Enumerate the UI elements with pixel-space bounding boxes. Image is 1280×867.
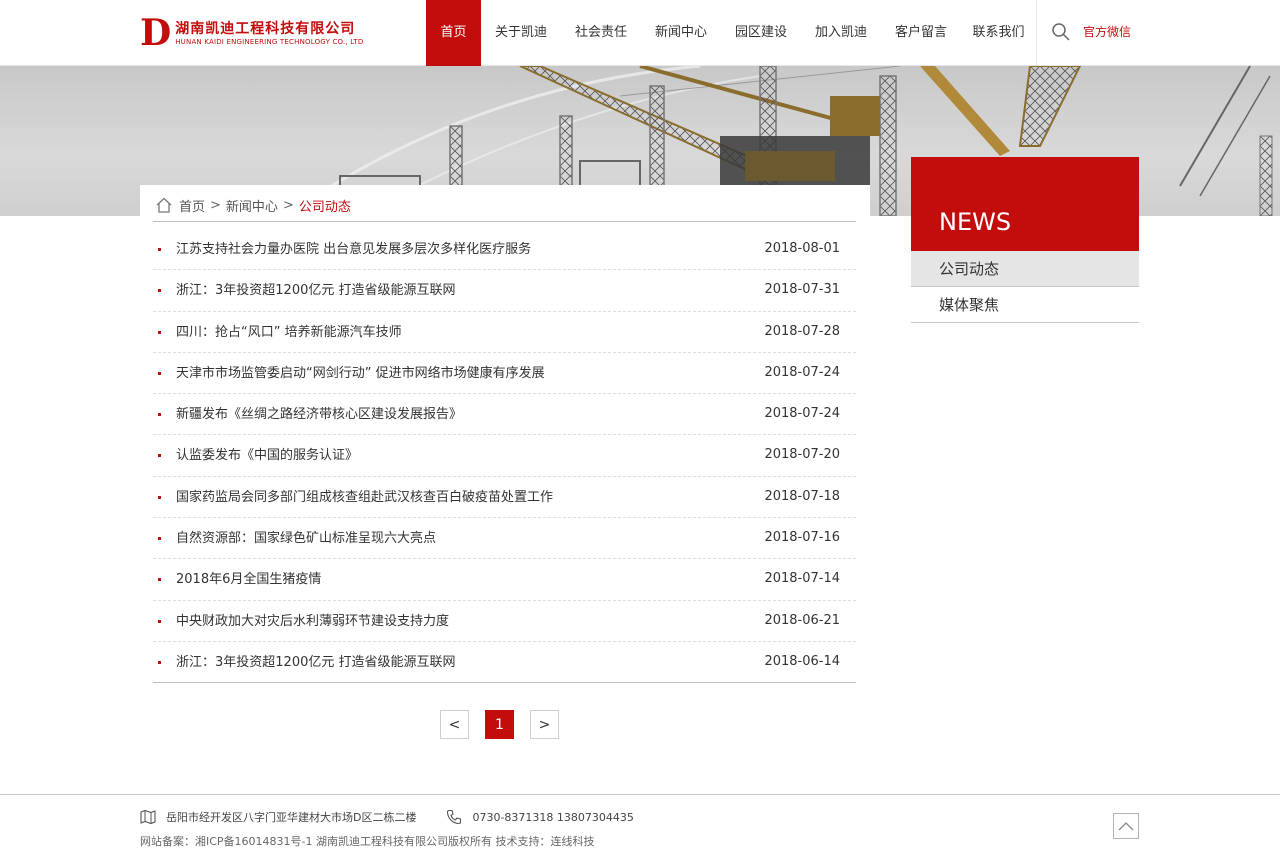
wechat-link[interactable]: 官方微信 bbox=[1083, 24, 1131, 40]
news-list-panel: 首页 > 新闻中心 > 公司动态 江苏支持社会力量办医院 出台意见发展多层次多样… bbox=[140, 185, 870, 765]
news-date: 2018-07-24 bbox=[764, 406, 840, 422]
footer-address: 岳阳市经开发区八字门亚华建材大市场D区二栋二楼 bbox=[166, 811, 417, 824]
news-title[interactable]: 新疆发布《丝绸之路经济带核心区建设发展报告》 bbox=[176, 406, 462, 423]
news-title[interactable]: 天津市市场监管委启动“网剑行动” 促进市网络市场健康有序发展 bbox=[176, 365, 545, 382]
news-title[interactable]: 自然资源部：国家绿色矿山标准呈现六大亮点 bbox=[176, 530, 436, 547]
next-page-button[interactable]: > bbox=[530, 710, 559, 739]
bullet-icon bbox=[158, 578, 161, 582]
news-title[interactable]: 中央财政加大对灾后水利薄弱环节建设支持力度 bbox=[176, 613, 449, 630]
news-item[interactable]: 2018年6月全国生猪疫情 2018-07-14 bbox=[153, 559, 856, 601]
breadcrumb-divider bbox=[153, 221, 856, 222]
bullet-icon bbox=[158, 495, 161, 499]
nav-item-join[interactable]: 加入凯迪 bbox=[801, 0, 881, 66]
breadcrumb: 首页 > 新闻中心 > 公司动态 bbox=[155, 195, 351, 215]
news-title[interactable]: 2018年6月全国生猪疫情 bbox=[176, 571, 321, 588]
news-item[interactable]: 自然资源部：国家绿色矿山标准呈现六大亮点 2018-07-16 bbox=[153, 518, 856, 560]
nav-item-contact[interactable]: 联系我们 bbox=[961, 0, 1036, 66]
news-item[interactable]: 中央财政加大对灾后水利薄弱环节建设支持力度 2018-06-21 bbox=[153, 601, 856, 642]
breadcrumb-separator: > bbox=[282, 197, 294, 213]
news-title[interactable]: 四川：抢占“风口” 培养新能源汽车技师 bbox=[176, 324, 402, 341]
news-item[interactable]: 天津市市场监管委启动“网剑行动” 促进市网络市场健康有序发展 2018-07-24 bbox=[153, 353, 856, 395]
news-date: 2018-07-31 bbox=[764, 282, 840, 298]
sidebar-item-media-focus[interactable]: 媒体聚焦 bbox=[911, 287, 1139, 323]
bullet-icon bbox=[158, 537, 161, 541]
sidebar-title: NEWS bbox=[911, 157, 1139, 251]
bullet-icon bbox=[158, 660, 161, 664]
nav-item-home[interactable]: 首页 bbox=[426, 0, 481, 66]
news-date: 2018-07-28 bbox=[764, 323, 840, 339]
news-sidebar: NEWS 公司动态 媒体聚焦 bbox=[911, 157, 1139, 323]
news-item[interactable]: 认监委发布《中国的服务认证》 2018-07-20 bbox=[153, 435, 856, 477]
nav-divider bbox=[1036, 0, 1037, 66]
news-title[interactable]: 国家药监局会同多部门组成核查组赴武汉核查百白破疫苗处置工作 bbox=[176, 489, 553, 506]
breadcrumb-separator: > bbox=[210, 197, 221, 213]
logo-mark: D bbox=[140, 12, 172, 54]
bullet-icon bbox=[158, 289, 161, 293]
site-footer: 岳阳市经开发区八字门亚华建材大市场D区二栋二楼 0730-8371318 138… bbox=[0, 794, 1280, 867]
news-date: 2018-07-18 bbox=[764, 488, 840, 504]
back-to-top-button[interactable] bbox=[1113, 813, 1139, 839]
logo-company-name-en: HUNAN KAIDI ENGINEERING TECHNOLOGY CO., … bbox=[175, 37, 364, 46]
logo-text: 湖南凯迪工程科技有限公司 HUNAN KAIDI ENGINEERING TEC… bbox=[175, 20, 363, 47]
news-title[interactable]: 浙江：3年投资超1200亿元 打造省级能源互联网 bbox=[176, 654, 456, 671]
breadcrumb-section[interactable]: 新闻中心 bbox=[226, 196, 278, 215]
bullet-icon bbox=[158, 619, 161, 623]
nav-item-social-responsibility[interactable]: 社会责任 bbox=[561, 0, 641, 66]
bullet-icon bbox=[158, 454, 161, 458]
news-item[interactable]: 浙江：3年投资超1200亿元 打造省级能源互联网 2018-07-31 bbox=[153, 270, 856, 312]
site-header: D 湖南凯迪工程科技有限公司 HUNAN KAIDI ENGINEERING T… bbox=[0, 0, 1280, 66]
news-date: 2018-07-20 bbox=[764, 447, 840, 463]
news-list: 江苏支持社会力量办医院 出台意见发展多层次多样化医疗服务 2018-08-01 浙… bbox=[153, 229, 856, 684]
home-icon bbox=[156, 197, 172, 213]
news-item[interactable]: 四川：抢占“风口” 培养新能源汽车技师 2018-07-28 bbox=[153, 312, 856, 353]
main-nav: 首页 关于凯迪 社会责任 新闻中心 园区建设 加入凯迪 客户留言 联系我们 bbox=[426, 0, 1036, 66]
news-date: 2018-07-24 bbox=[764, 364, 840, 380]
site-logo[interactable]: D 湖南凯迪工程科技有限公司 HUNAN KAIDI ENGINEERING T… bbox=[140, 12, 363, 54]
page-number-button[interactable]: 1 bbox=[485, 710, 514, 739]
nav-item-park[interactable]: 园区建设 bbox=[721, 0, 801, 66]
bullet-icon bbox=[158, 248, 161, 251]
news-date: 2018-07-14 bbox=[764, 571, 840, 587]
breadcrumb-home[interactable]: 首页 bbox=[179, 196, 205, 215]
footer-phone: 0730-8371318 13807304435 bbox=[472, 810, 634, 824]
footer-phone-group: 0730-8371318 13807304435 bbox=[446, 809, 634, 825]
news-date: 2018-06-14 bbox=[764, 653, 840, 669]
bullet-icon bbox=[158, 413, 161, 417]
bullet-icon bbox=[158, 330, 161, 334]
news-date: 2018-08-01 bbox=[764, 241, 840, 256]
logo-company-name: 湖南凯迪工程科技有限公司 bbox=[175, 20, 356, 37]
bullet-icon bbox=[158, 371, 161, 375]
nav-item-news[interactable]: 新闻中心 bbox=[641, 0, 721, 66]
footer-copyright: 网站备案：湘ICP备16014831号-1 湖南凯迪工程科技有限公司版权所有 技… bbox=[140, 835, 595, 848]
sidebar-item-company-news[interactable]: 公司动态 bbox=[911, 251, 1139, 287]
map-icon bbox=[140, 809, 156, 825]
pagination: < 1 > bbox=[440, 710, 559, 739]
search-icon[interactable] bbox=[1051, 22, 1071, 42]
news-item[interactable]: 浙江：3年投资超1200亿元 打造省级能源互联网 2018-06-14 bbox=[153, 642, 856, 684]
nav-item-about[interactable]: 关于凯迪 bbox=[481, 0, 561, 66]
news-title[interactable]: 江苏支持社会力量办医院 出台意见发展多层次多样化医疗服务 bbox=[176, 241, 531, 258]
news-title[interactable]: 认监委发布《中国的服务认证》 bbox=[176, 447, 358, 464]
chevron-up-icon bbox=[1118, 822, 1134, 831]
phone-icon bbox=[447, 809, 462, 825]
nav-item-feedback[interactable]: 客户留言 bbox=[881, 0, 961, 66]
news-item[interactable]: 江苏支持社会力量办医院 出台意见发展多层次多样化医疗服务 2018-08-01 bbox=[153, 229, 856, 271]
news-item[interactable]: 新疆发布《丝绸之路经济带核心区建设发展报告》 2018-07-24 bbox=[153, 394, 856, 436]
prev-page-button[interactable]: < bbox=[440, 710, 469, 739]
footer-contact: 岳阳市经开发区八字门亚华建材大市场D区二栋二楼 0730-8371318 138… bbox=[140, 809, 634, 825]
news-title[interactable]: 浙江：3年投资超1200亿元 打造省级能源互联网 bbox=[176, 282, 456, 299]
breadcrumb-current: 公司动态 bbox=[298, 199, 351, 215]
news-date: 2018-06-21 bbox=[764, 612, 840, 628]
news-item[interactable]: 国家药监局会同多部门组成核查组赴武汉核查百白破疫苗处置工作 2018-07-18 bbox=[153, 477, 856, 519]
news-date: 2018-07-16 bbox=[764, 530, 840, 546]
